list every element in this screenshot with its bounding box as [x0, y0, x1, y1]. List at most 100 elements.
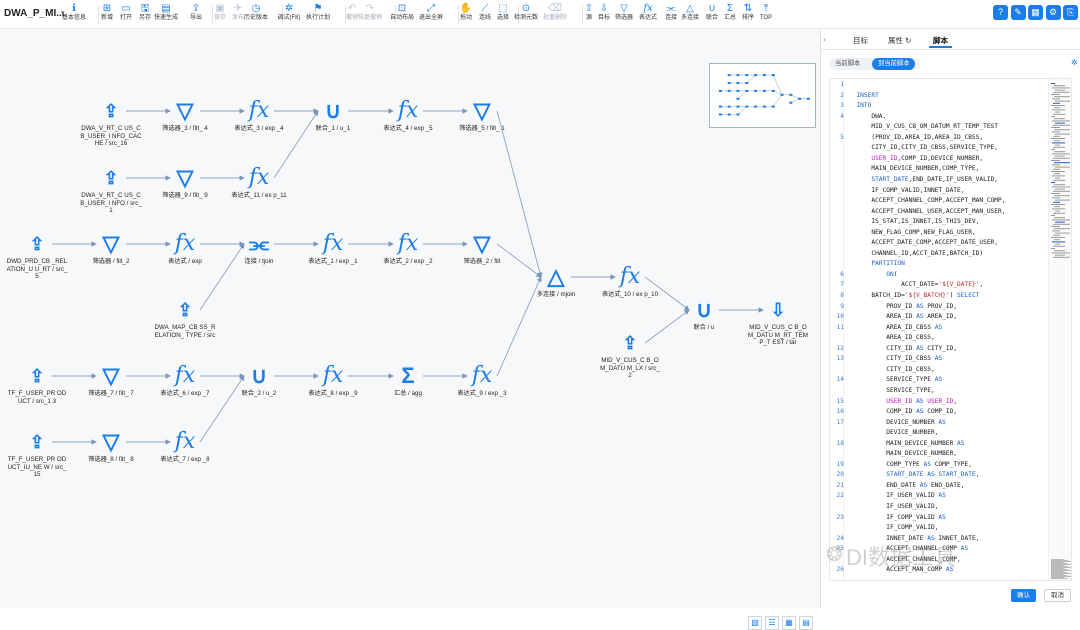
- toolbar-button-select[interactable]: ⬚选择: [496, 3, 510, 27]
- toolbar-button-history[interactable]: ◷历史版本: [243, 3, 269, 27]
- toolbar-button-save[interactable]: ▣保存: [213, 3, 227, 27]
- toolbar-button-quick-generate[interactable]: ▤快速生成: [153, 3, 179, 27]
- flow-node-union[interactable]: ∪联合_2 / u_2: [224, 362, 294, 398]
- flow-node-union[interactable]: ∪联合_1 / u_1: [298, 97, 368, 133]
- flow-node-filter[interactable]: ▽筛选器_9 / filt_ 9: [150, 164, 220, 200]
- toolbar-button-top[interactable]: ⤒TOP: [756, 3, 775, 27]
- toolbar-button-folder[interactable]: ▭打开: [119, 3, 133, 27]
- toolbar-button-target[interactable]: ⇩目标: [597, 3, 611, 27]
- toolbar-button-plan[interactable]: ⚑执行计划: [305, 3, 331, 27]
- flow-node-expr[interactable]: fx表达式_11 / ex p_11: [224, 164, 294, 200]
- script-editor[interactable]: 12 INSERT3 INTO4 DWA. MID_V_CUS_CB_OM_DA…: [829, 78, 1072, 581]
- flow-node-source[interactable]: ⇪MID_V_CUS_C B_OM_DATU M_LX / src_2: [595, 329, 665, 380]
- union-node-icon: ∪: [224, 362, 294, 390]
- flow-node-source[interactable]: ⇪TF_F_USER_PR ODUCT / src_1 3: [2, 362, 72, 405]
- flow-node-source[interactable]: ⇪TF_F_USER_PR ODUCT_IU_NE W / src_15: [2, 428, 72, 479]
- script-subtab[interactable]: 当前脚本: [829, 58, 866, 70]
- toolbar-button-auto-layout[interactable]: ⊡自动布局: [389, 3, 415, 27]
- flow-node-expr[interactable]: fx表达式_1 / exp _1: [298, 230, 368, 266]
- line-number: 9: [830, 303, 844, 310]
- flow-node-filter[interactable]: ▽筛选器_2 / filt: [447, 230, 517, 266]
- code-line: COMP_ID AS COMP_ID,: [849, 408, 1049, 415]
- panel-tab[interactable]: 脚本: [929, 33, 952, 48]
- toolbar-button-info[interactable]: ℹ基本信息: [61, 3, 87, 27]
- toolbar-button-multi-join[interactable]: △多连接: [680, 3, 699, 27]
- flow-node-agg[interactable]: Σ汇总 / agg: [373, 362, 443, 398]
- code-minimap-line: [1051, 171, 1065, 172]
- toolbar-button-save-as[interactable]: 🖫另存: [138, 3, 152, 27]
- image-view-icon[interactable]: ▨: [748, 616, 762, 630]
- code-minimap-line: [1052, 219, 1070, 220]
- flow-node-label: 筛选器 / filt_2: [76, 258, 146, 266]
- redo-icon: ↷: [357, 3, 383, 14]
- flow-node-source[interactable]: ⇪DWD_PRD_CB _RELATION_U U_RT / src_5: [2, 230, 72, 281]
- toolbar-button-aggregate[interactable]: Σ汇总: [723, 3, 737, 27]
- grid-icon[interactable]: ▦: [1028, 5, 1043, 20]
- toolbar-button-check-metadata[interactable]: ⊙检测元数: [513, 3, 539, 27]
- script-subtab[interactable]: 到当前脚本: [872, 58, 915, 70]
- flow-node-expr[interactable]: fx表达式_3 / exp _4: [224, 97, 294, 133]
- flow-node-join[interactable]: ⫘连接 / tjoin: [224, 230, 294, 266]
- code-minimap[interactable]: [1048, 79, 1072, 581]
- flow-node-union[interactable]: ∪联合 / u: [669, 296, 739, 332]
- flow-node-label: 筛选器_3 / filt_ 4: [150, 125, 220, 133]
- flow-node-expr[interactable]: fx表达式 / exp: [150, 230, 220, 266]
- toolbar-button-join[interactable]: ⫘连接: [664, 3, 678, 27]
- code-line: END_DATE AS END_DATE,: [849, 482, 1049, 489]
- flow-node-filter[interactable]: ▽筛选器_3 / filt_ 4: [150, 97, 220, 133]
- toolbar-button-sort[interactable]: ⇅排序: [741, 3, 755, 27]
- grid-view-icon[interactable]: ▦: [782, 616, 796, 630]
- gear-icon[interactable]: ⚙: [1046, 5, 1061, 20]
- line-number: 12: [830, 345, 844, 352]
- flow-node-mjoin[interactable]: △多连接 / mjoin: [521, 263, 591, 299]
- flow-node-filter[interactable]: ▽筛选器_8 / filt_ 8: [76, 428, 146, 464]
- confirm-button[interactable]: 确认: [1011, 589, 1036, 602]
- flow-node-expr[interactable]: fx表达式_10 / ex p_10: [595, 263, 665, 299]
- toolbar-button-batch-delete[interactable]: ⌫批量删除: [542, 3, 568, 27]
- flow-node-filter[interactable]: ▽筛选器 / filt_2: [76, 230, 146, 266]
- help-icon[interactable]: ?: [993, 5, 1008, 20]
- flow-node-expr[interactable]: fx表达式_2 / exp _2: [373, 230, 443, 266]
- panel-tab[interactable]: 目标: [849, 33, 872, 48]
- bug-icon[interactable]: ✲: [1071, 58, 1078, 67]
- list-view-icon[interactable]: ☰: [765, 616, 779, 630]
- toolbar-button-expression[interactable]: fx表达式: [638, 3, 657, 27]
- code-line: IF_COMP_VALID,: [849, 524, 1049, 531]
- toolbar-button-filter[interactable]: ▽筛选器: [614, 3, 633, 27]
- panel-tab[interactable]: 属性 ↻: [884, 33, 915, 48]
- flow-node-filter[interactable]: ▽筛选器_5 / filt_ 1: [447, 97, 517, 133]
- table-view-icon[interactable]: ▤: [799, 616, 813, 630]
- code-line: AREA_ID AS AREA_ID,: [849, 313, 1049, 320]
- flow-node-source[interactable]: ⇪DWA_V_RT_C US_CB_USER_I NFO / src_1: [76, 164, 146, 215]
- flow-node-target[interactable]: ⇩MID_V_CUS_C B_OM_DATU M_RT_TEMP_T EST /…: [743, 296, 813, 347]
- toolbar-button-label: TOP: [756, 14, 775, 23]
- source-node-icon: ⇪: [2, 362, 72, 390]
- app-title[interactable]: DWA_P_MI...: [4, 8, 65, 19]
- toolbar-button-export[interactable]: ⇪导出: [189, 3, 203, 27]
- toolbar-button-connect[interactable]: ⟋连线: [478, 3, 492, 27]
- toolbar-button-debug[interactable]: ✲调试(F8): [270, 3, 308, 27]
- flow-node-expr[interactable]: fx表达式_9 / exp _3: [447, 362, 517, 398]
- flow-node-expr[interactable]: fx表达式_6 / exp _7: [150, 362, 220, 398]
- toolbar-button-drag[interactable]: ✋拖动: [459, 3, 473, 27]
- flow-node-expr[interactable]: fx表达式_7 / exp _8: [150, 428, 220, 464]
- flow-node-source[interactable]: ⇪DWA_MAP_CB SS_RELATION_ TYPE / src: [150, 296, 220, 339]
- flow-node-source[interactable]: ⇪DWA_V_RT_C US_CB_USER_I NFO_CACHE / src…: [76, 97, 146, 148]
- flow-canvas[interactable]: ⇪DWA_V_RT_C US_CB_USER_I NFO_CACHE / src…: [0, 29, 820, 608]
- collapse-icon[interactable]: ›: [823, 35, 826, 44]
- toolbar-button-redo[interactable]: ↷恢复撤销: [357, 3, 383, 27]
- flow-node-label: 表达式 / exp: [150, 258, 220, 266]
- code-minimap-line: [1054, 85, 1065, 86]
- toolbar-button-exit-fullscreen[interactable]: ⤢退出全屏: [418, 3, 444, 27]
- flow-node-filter[interactable]: ▽筛选器_7 / filt_ 7: [76, 362, 146, 398]
- flow-node-expr[interactable]: fx表达式_4 / exp _5: [373, 97, 443, 133]
- toolbar-button-union[interactable]: ∪联合: [705, 3, 719, 27]
- canvas-minimap[interactable]: [709, 63, 816, 128]
- cancel-button[interactable]: 取消: [1044, 589, 1071, 602]
- exit-icon[interactable]: ⎘: [1063, 5, 1078, 20]
- flow-node-expr[interactable]: fx表达式_8 / exp _9: [298, 362, 368, 398]
- edit-icon[interactable]: ✎: [1011, 5, 1026, 20]
- toolbar-button-add[interactable]: ⊞新增: [100, 3, 114, 27]
- code-line: CITY_ID_CBSS AS: [849, 355, 1049, 362]
- toolbar-button-source[interactable]: ⇧源: [582, 3, 596, 27]
